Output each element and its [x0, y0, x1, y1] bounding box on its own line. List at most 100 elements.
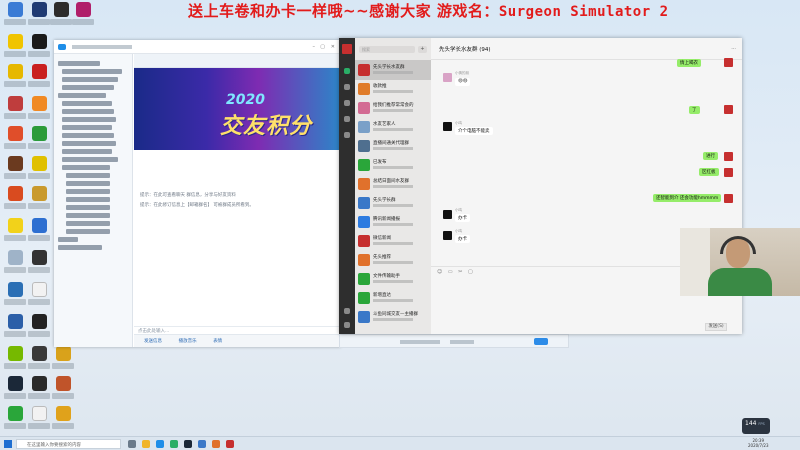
chat-list-item[interactable]: 水友艺家人	[355, 117, 431, 137]
tree-item[interactable]	[62, 109, 114, 114]
tree-item[interactable]	[62, 141, 116, 146]
folder-icon[interactable]: ▭	[448, 269, 453, 275]
taskbar-search-input[interactable]: 在这里输入你要搜索的内容	[16, 439, 121, 449]
task-view-icon[interactable]	[128, 440, 136, 448]
desktop-icon[interactable]	[70, 2, 96, 32]
windows-start-icon[interactable]	[4, 440, 12, 448]
tree-item[interactable]	[62, 69, 122, 74]
window-maximize-icon[interactable]: ▢	[320, 44, 325, 50]
avatar[interactable]	[724, 194, 733, 203]
tree-item[interactable]	[66, 229, 110, 234]
tree-item[interactable]	[62, 77, 118, 82]
phone-icon[interactable]	[344, 308, 350, 314]
message-textarea[interactable]	[435, 278, 695, 318]
system-clock[interactable]: 20:39 2020/7/23	[748, 438, 769, 448]
avatar[interactable]	[443, 73, 452, 82]
tree-item[interactable]	[66, 221, 110, 226]
tree-item[interactable]	[66, 205, 110, 210]
tree-item[interactable]	[62, 157, 118, 162]
desktop-icon[interactable]	[26, 64, 52, 94]
chat-list-item[interactable]: 已发布	[355, 155, 431, 175]
add-icon[interactable]: +	[418, 46, 427, 53]
desktop-icon[interactable]	[26, 126, 52, 156]
tree-item[interactable]	[62, 149, 112, 154]
desktop-icon[interactable]	[50, 346, 76, 376]
tree-item[interactable]	[62, 117, 116, 122]
desktop-icon[interactable]	[2, 346, 28, 376]
wechat-chat-list[interactable]: 搜索 + 先头学长水友群 收款推 给我们推荐常常会的 水友艺家人 直播间通关代理群 已发布…	[355, 38, 431, 334]
tree-item[interactable]	[66, 197, 110, 202]
tree-item[interactable]	[62, 165, 110, 170]
more-icon[interactable]: ···	[731, 46, 736, 52]
app-icon[interactable]	[226, 440, 234, 448]
desktop-icon[interactable]	[26, 34, 52, 64]
tree-item[interactable]	[62, 101, 112, 106]
desktop-icon[interactable]	[2, 376, 28, 406]
desktop-icon[interactable]	[26, 186, 52, 216]
steam-icon[interactable]	[184, 440, 192, 448]
chat-list-item[interactable]: 先头推荐	[355, 250, 431, 270]
desktop-icon[interactable]	[26, 218, 52, 248]
favorites-icon[interactable]	[344, 100, 350, 106]
desktop-icon[interactable]	[2, 96, 28, 126]
tree-item[interactable]	[66, 173, 110, 178]
desktop-icon[interactable]	[26, 96, 52, 126]
desktop-icon[interactable]	[2, 2, 28, 32]
chat-list-item[interactable]: 文件传输助手	[355, 269, 431, 289]
tree-group-header[interactable]	[58, 245, 102, 250]
promo-banner[interactable]: 2020 交友积分	[134, 68, 341, 150]
avatar[interactable]	[342, 44, 352, 54]
desktop-icon[interactable]	[26, 314, 52, 344]
chat-list-item[interactable]: 给我们推荐常常会的	[355, 98, 431, 118]
chat-icon[interactable]	[344, 68, 350, 74]
avatar[interactable]	[724, 58, 733, 67]
browser-icon[interactable]	[198, 440, 206, 448]
desktop-icon[interactable]	[26, 282, 52, 312]
avatar[interactable]	[443, 210, 452, 219]
qq-member-tree[interactable]	[54, 54, 133, 347]
desktop-icon[interactable]	[2, 282, 28, 312]
file-explorer-icon[interactable]	[142, 440, 150, 448]
desktop-icon[interactable]	[26, 156, 52, 186]
chat-history-icon[interactable]: ▢	[468, 269, 473, 275]
tree-item[interactable]	[66, 181, 110, 186]
desktop-icon[interactable]	[26, 250, 52, 280]
qq-title-bar[interactable]: ✕ ▢ –	[54, 40, 341, 54]
desktop-icon[interactable]	[2, 126, 28, 156]
chat-list-item[interactable]: 先头学长水友群	[355, 60, 431, 80]
desktop-icon[interactable]	[2, 406, 28, 436]
desktop-icon[interactable]	[26, 376, 52, 406]
chat-list-item[interactable]: 新增直达	[355, 288, 431, 308]
qq-icon[interactable]	[156, 440, 164, 448]
tree-item[interactable]	[62, 133, 114, 138]
desktop-icon[interactable]	[2, 250, 28, 280]
chat-list-item[interactable]: 腾讯新闻播报	[355, 212, 431, 232]
moments-icon[interactable]	[344, 132, 350, 138]
desktop-icon[interactable]	[26, 346, 52, 376]
contacts-icon[interactable]	[344, 84, 350, 90]
tree-group-header[interactable]	[58, 61, 100, 66]
chat-list-item[interactable]: 微信新闻	[355, 231, 431, 251]
tree-item[interactable]	[62, 125, 112, 130]
avatar[interactable]	[724, 152, 733, 161]
window-minimize-icon[interactable]: –	[313, 44, 316, 50]
tree-item[interactable]	[62, 85, 114, 90]
emoji-button[interactable]: 表情	[213, 338, 222, 344]
status-button[interactable]	[534, 338, 548, 345]
chat-list-item[interactable]: 先头学长群	[355, 193, 431, 213]
desktop-icon[interactable]	[26, 406, 52, 436]
desktop-icon[interactable]	[2, 218, 28, 248]
chat-list-item[interactable]: 直播间通关代理群	[355, 136, 431, 156]
chat-list-item[interactable]: 总结日面间水友群	[355, 174, 431, 194]
app-icon[interactable]	[212, 440, 220, 448]
qq-group-window[interactable]: ✕ ▢ – 2020 交友积分 提示：在此可查看聊天 群信息，分享与好友资料 提…	[54, 40, 341, 347]
desktop-icon[interactable]	[50, 376, 76, 406]
avatar[interactable]	[724, 105, 733, 114]
desktop-icon[interactable]	[2, 156, 28, 186]
wechat-icon[interactable]	[170, 440, 178, 448]
send-info-button[interactable]: 发送信息	[144, 338, 162, 344]
emoji-icon[interactable]: ☺	[437, 269, 442, 275]
desktop-icon[interactable]	[2, 34, 28, 64]
avatar[interactable]	[443, 231, 452, 240]
send-button[interactable]: 发送(S)	[705, 323, 727, 331]
